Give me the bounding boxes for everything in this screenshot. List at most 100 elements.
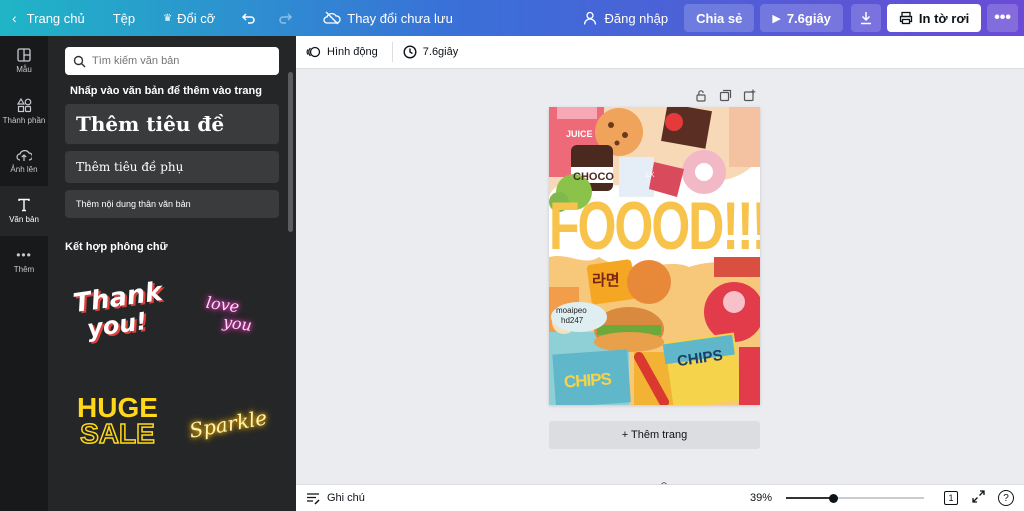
ellipsis-icon: ••• bbox=[994, 9, 1011, 26]
file-label: Tệp bbox=[112, 10, 136, 26]
user-icon bbox=[584, 11, 597, 25]
login-label: Đăng nhập bbox=[604, 10, 669, 26]
help-button[interactable]: ? bbox=[998, 490, 1014, 506]
redo-button[interactable] bbox=[267, 0, 303, 36]
notes-label: Ghi chú bbox=[327, 492, 365, 504]
print-flyer-button[interactable]: In tờ rơi bbox=[886, 4, 982, 32]
combo-text-line: SALE bbox=[79, 418, 155, 449]
animate-icon bbox=[306, 46, 321, 58]
rail-label: Thêm bbox=[13, 265, 35, 274]
click-to-add-heading: Nhấp vào văn bản để thêm vào trang bbox=[70, 85, 262, 97]
notes-icon bbox=[307, 492, 320, 505]
editor-toolbar: Hình động 7.6giây bbox=[296, 36, 1024, 69]
font-combos-heading: Kết hợp phông chữ bbox=[65, 241, 168, 253]
add-page-icon bbox=[743, 89, 755, 101]
font-combo-love-you[interactable]: love you bbox=[178, 276, 278, 351]
rail-item-more[interactable]: ••• Thêm bbox=[0, 236, 48, 286]
notes-button[interactable]: Ghi chú bbox=[306, 492, 365, 505]
rail-item-templates[interactable]: Mẫu bbox=[0, 36, 48, 86]
rail-label: Văn bản bbox=[9, 215, 39, 224]
home-button[interactable]: ‹ Trang chủ bbox=[0, 0, 95, 36]
animation-button[interactable]: Hình động bbox=[306, 45, 378, 59]
left-rail: Mẫu Thành phần Ảnh lên Văn bản ••• Thêm bbox=[0, 36, 48, 511]
juice-label: JUICE bbox=[566, 129, 593, 139]
resize-label: Đổi cỡ bbox=[177, 10, 216, 26]
toolbar-divider bbox=[391, 42, 393, 62]
rail-label: Thành phần bbox=[2, 115, 46, 125]
poster-design[interactable]: FOOOD!!! JUICE CHOCO LK 라면 moaipeo hd247… bbox=[549, 107, 760, 405]
zoom-slider-thumb[interactable] bbox=[829, 494, 838, 503]
rail-label: Mẫu bbox=[16, 65, 32, 74]
milk-label: LK bbox=[646, 172, 655, 179]
crown-icon: ♛ bbox=[163, 12, 173, 24]
duplicate-page-button[interactable] bbox=[717, 87, 733, 103]
top-bar: ‹ Trang chủ Tệp ♛ Đổi cỡ Thay đổi chưa l… bbox=[0, 0, 1024, 36]
rail-item-text[interactable]: Văn bản bbox=[0, 186, 48, 236]
add-body-label: Thêm nội dung thân văn bản bbox=[76, 199, 191, 209]
animation-label: Hình động bbox=[327, 46, 378, 58]
share-button[interactable]: Chia sẻ bbox=[684, 4, 755, 32]
redo-icon bbox=[279, 13, 293, 24]
undo-button[interactable] bbox=[231, 0, 267, 36]
download-button[interactable] bbox=[850, 4, 881, 32]
ramen-label: 라면 bbox=[592, 272, 620, 289]
poster-title: FOOOD!!! bbox=[549, 188, 760, 264]
undo-icon bbox=[242, 13, 255, 24]
combo-text-line: you! bbox=[85, 306, 150, 344]
download-icon bbox=[860, 12, 871, 25]
save-status: Thay đổi chưa lưu bbox=[313, 0, 463, 36]
more-icon: ••• bbox=[16, 248, 32, 262]
expand-icon bbox=[972, 490, 985, 503]
upload-icon bbox=[16, 150, 32, 161]
chevron-left-icon: ‹ bbox=[12, 10, 17, 26]
help-icon: ? bbox=[1003, 492, 1009, 504]
add-new-page-button[interactable] bbox=[741, 87, 757, 103]
play-icon: ▶ bbox=[772, 12, 781, 25]
print-label: In tờ rơi bbox=[918, 10, 970, 26]
print-icon bbox=[899, 11, 913, 25]
duplicate-icon bbox=[719, 89, 731, 101]
add-subheading-button[interactable]: Thêm tiêu đề phụ bbox=[65, 151, 279, 183]
duration-button[interactable]: 7.6giây bbox=[403, 45, 458, 59]
file-menu-button[interactable]: Tệp bbox=[103, 0, 145, 36]
font-combo-sparkle[interactable]: Sparkle bbox=[178, 396, 278, 451]
panel-scrollbar[interactable] bbox=[288, 72, 293, 232]
show-pages-toggle[interactable]: ︿ bbox=[656, 473, 672, 488]
rail-label: Ảnh lên bbox=[10, 165, 38, 174]
page-count-button[interactable]: 1 bbox=[944, 491, 958, 505]
add-heading-button[interactable]: Thêm tiêu đề bbox=[65, 104, 279, 144]
watermark-text: moaipeo hd247 bbox=[556, 306, 587, 326]
combo-text-line: love bbox=[205, 292, 241, 316]
canvas-area: FOOOD!!! JUICE CHOCO LK 라면 moaipeo hd247… bbox=[296, 69, 1024, 488]
combo-text-line: you bbox=[221, 311, 253, 335]
lock-page-button[interactable] bbox=[693, 87, 709, 103]
search-input[interactable] bbox=[92, 55, 272, 67]
font-combo-thank-you[interactable]: Thank you! bbox=[65, 266, 170, 356]
bottom-bar: Ghi chú 39% 1 ? bbox=[296, 484, 1024, 511]
more-options-button[interactable]: ••• bbox=[987, 4, 1018, 32]
duration-label: 7.6giây bbox=[422, 46, 459, 58]
text-panel: Nhấp vào văn bản để thêm vào trang Thêm … bbox=[48, 36, 296, 511]
rail-item-elements[interactable]: Thành phần bbox=[0, 86, 48, 136]
clock-icon bbox=[403, 45, 417, 59]
rail-item-uploads[interactable]: Ảnh lên bbox=[0, 136, 48, 186]
font-combo-huge-sale[interactable]: HUGE SALE bbox=[65, 391, 170, 451]
search-icon bbox=[73, 55, 86, 67]
login-button[interactable]: Đăng nhập bbox=[573, 0, 678, 36]
share-label: Chia sẻ bbox=[696, 10, 743, 26]
add-body-button[interactable]: Thêm nội dung thân văn bản bbox=[65, 190, 279, 218]
add-page-button[interactable]: + Thêm trang bbox=[549, 421, 760, 449]
resize-button[interactable]: ♛ Đổi cỡ bbox=[153, 0, 225, 36]
watermark-line: moaipeo bbox=[556, 306, 587, 315]
add-heading-label: Thêm tiêu đề bbox=[76, 112, 225, 136]
zoom-level: 39% bbox=[749, 492, 772, 504]
play-label: 7.6giây bbox=[786, 10, 831, 26]
zoom-slider-fill bbox=[786, 497, 833, 499]
zoom-slider[interactable] bbox=[786, 492, 924, 504]
play-button[interactable]: ▶ 7.6giây bbox=[760, 4, 843, 32]
elements-icon bbox=[16, 97, 31, 112]
fullscreen-button[interactable] bbox=[972, 490, 985, 506]
home-label: Trang chủ bbox=[26, 10, 85, 26]
template-icon bbox=[17, 48, 31, 62]
search-box[interactable] bbox=[65, 47, 279, 75]
